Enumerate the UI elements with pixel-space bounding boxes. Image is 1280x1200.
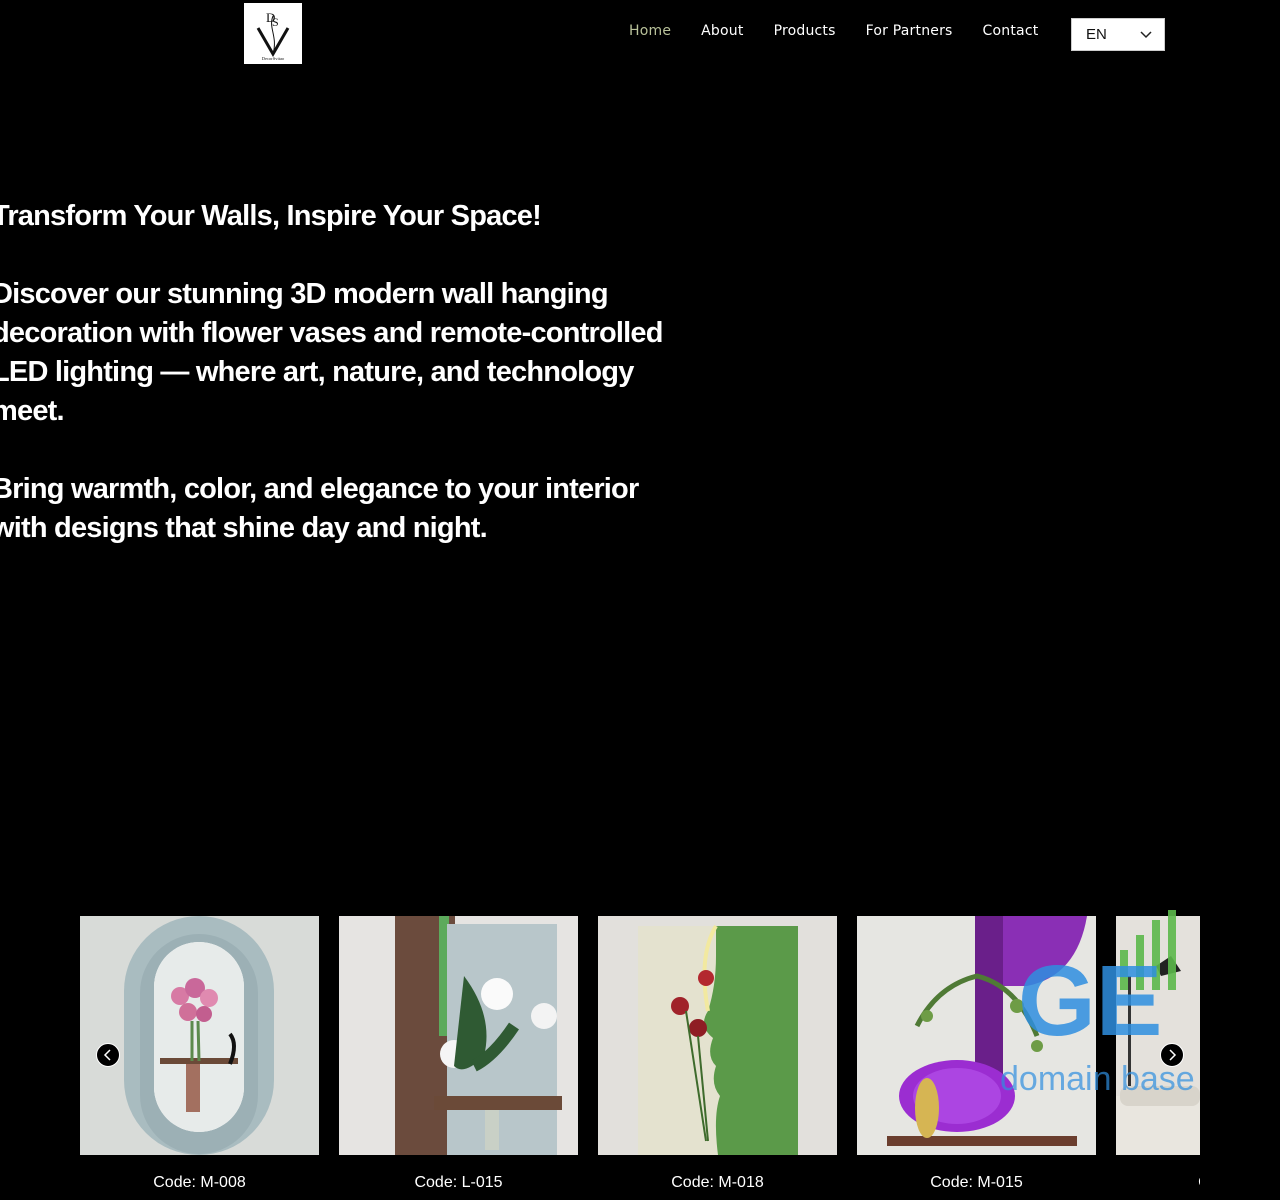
logo-mark-icon: D S DecorSvitao — [256, 10, 290, 61]
nav-for-partners[interactable]: For Partners — [866, 22, 953, 40]
product-code: Code: M-015 — [930, 1174, 1023, 1191]
nav-about[interactable]: About — [701, 22, 743, 40]
main-nav: Home About Products For Partners Contact — [629, 22, 1068, 40]
hero-text: Transform Your Walls, Inspire Your Space… — [0, 197, 692, 548]
gallery-item[interactable]: Code: M-018 — [598, 916, 837, 1192]
gallery-item[interactable]: Code: M-015 — [857, 916, 1096, 1192]
hero-paragraph: Discover our stunning 3D modern wall han… — [0, 278, 663, 427]
product-code: Code: M-0 — [1116, 1174, 1200, 1192]
product-code: Code: L-015 — [414, 1174, 503, 1191]
product-image[interactable] — [80, 916, 319, 1155]
hero-title: Transform Your Walls, Inspire Your Space… — [0, 200, 542, 232]
logo[interactable]: D S DecorSvitao — [244, 3, 302, 64]
gallery-item[interactable]: Code: L-015 — [339, 916, 578, 1192]
product-image[interactable] — [1116, 916, 1200, 1155]
product-image[interactable] — [857, 916, 1096, 1155]
chevron-down-icon — [1140, 30, 1152, 38]
nav-contact[interactable]: Contact — [983, 22, 1039, 40]
hero-paragraph: Bring warmth, color, and elegance to you… — [0, 473, 639, 544]
product-code: Code: M-018 — [671, 1174, 764, 1191]
product-image[interactable] — [598, 916, 837, 1155]
product-gallery: Code: M-008 Code: L-015 Code: M-018 Code… — [80, 916, 1200, 1200]
language-select[interactable]: EN — [1071, 18, 1165, 51]
product-image[interactable] — [339, 916, 578, 1155]
logo-text: DecorSvitao — [262, 56, 285, 61]
carousel-prev-button[interactable] — [96, 1043, 120, 1067]
language-value: EN — [1086, 26, 1107, 43]
carousel-next-button[interactable] — [1160, 1043, 1184, 1067]
product-code: Code: M-008 — [153, 1174, 246, 1191]
chevron-right-icon — [1169, 1049, 1177, 1061]
chevron-left-icon — [103, 1049, 111, 1061]
gallery-item[interactable]: Code: M-0 — [1116, 916, 1200, 1192]
nav-home[interactable]: Home — [629, 22, 671, 40]
nav-products[interactable]: Products — [774, 22, 836, 40]
